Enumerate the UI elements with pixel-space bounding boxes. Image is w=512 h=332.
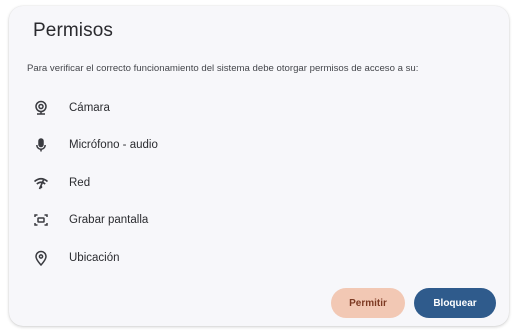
permissions-list: Cámara Micrófono - audio Red Grabar pant… (33, 89, 158, 277)
screen-record-icon (33, 212, 49, 228)
dialog-description: Para verificar el correcto funcionamient… (27, 63, 419, 74)
permission-item-microphone: Micrófono - audio (33, 127, 158, 165)
permission-label-camera: Cámara (69, 101, 110, 114)
microphone-icon (33, 137, 49, 153)
permission-item-screen-record: Grabar pantalla (33, 202, 158, 240)
location-icon (33, 250, 49, 266)
wifi-icon (33, 175, 49, 191)
permission-item-camera: Cámara (33, 89, 158, 127)
permit-button[interactable]: Permitir (331, 288, 405, 318)
permission-item-network: Red (33, 164, 158, 202)
permissions-dialog: Permisos Para verificar el correcto func… (9, 6, 509, 326)
webcam-icon (33, 100, 49, 116)
permission-label-microphone: Micrófono - audio (69, 139, 158, 152)
permission-label-location: Ubicación (69, 251, 120, 264)
dialog-title: Permisos (33, 20, 113, 41)
block-button[interactable]: Bloquear (414, 288, 496, 318)
permission-label-screen-record: Grabar pantalla (69, 214, 149, 227)
permission-label-network: Red (69, 176, 91, 189)
permission-item-location: Ubicación (33, 239, 158, 277)
